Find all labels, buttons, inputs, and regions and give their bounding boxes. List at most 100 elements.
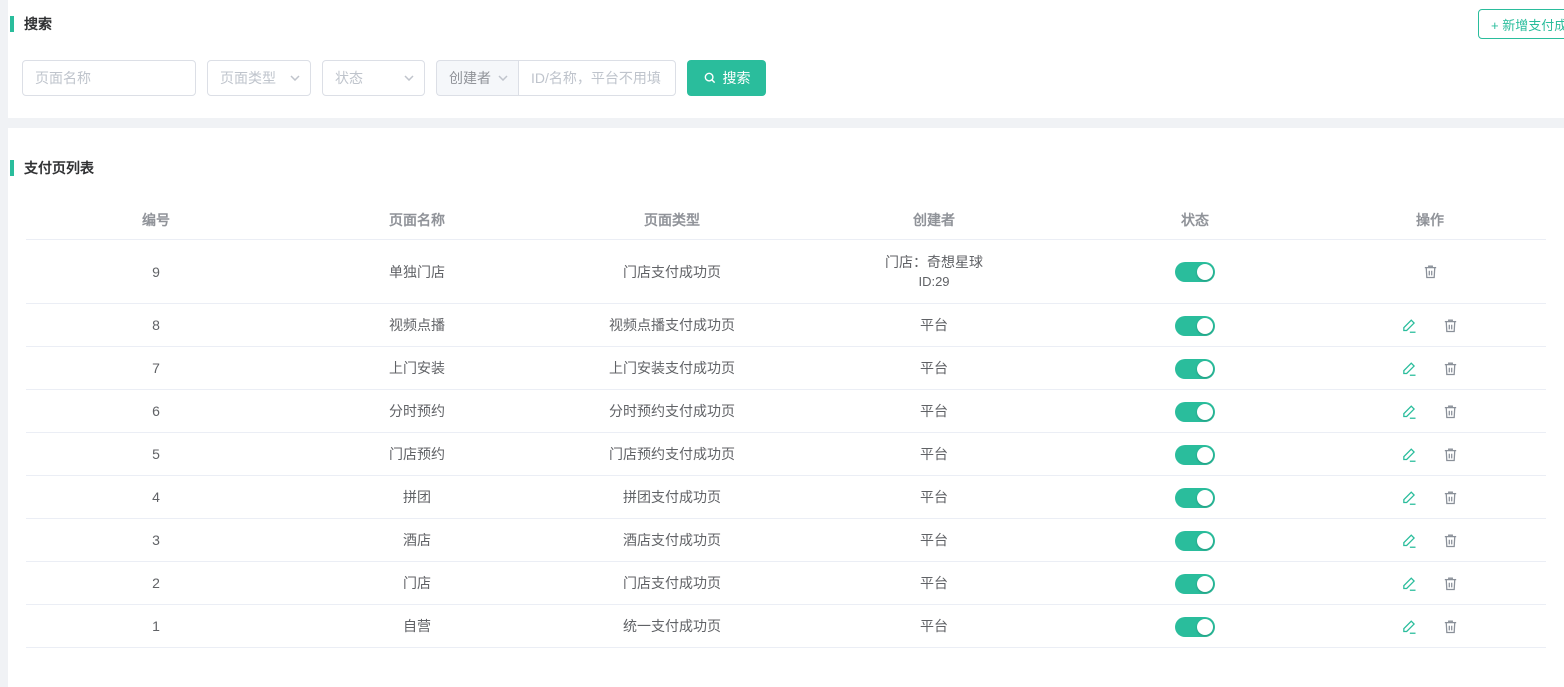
cell-actions <box>1318 317 1542 334</box>
cell-id: 8 <box>26 315 286 335</box>
edit-button[interactable] <box>1401 317 1418 334</box>
cell-creator: 平台 <box>796 444 1072 464</box>
trash-icon <box>1442 403 1459 420</box>
trash-icon <box>1442 446 1459 463</box>
table-row: 7上门安装上门安装支付成功页平台 <box>26 347 1546 390</box>
status-toggle[interactable] <box>1175 359 1215 379</box>
cell-status <box>1072 357 1318 378</box>
status-toggle[interactable] <box>1175 531 1215 551</box>
cell-id: 6 <box>26 401 286 421</box>
delete-button[interactable] <box>1442 618 1459 635</box>
status-toggle[interactable] <box>1175 262 1215 282</box>
payment-page-list-panel: 支付页列表 编号 页面名称 页面类型 创建者 状态 操作 9单独门店门店支付成功… <box>8 128 1564 687</box>
edit-button[interactable] <box>1401 575 1418 592</box>
creator-name: 门店：奇想星球 <box>796 252 1072 272</box>
cell-page-name: 自营 <box>286 616 548 636</box>
page-type-select-value: 页面类型 <box>220 68 276 88</box>
cell-id: 9 <box>26 262 286 282</box>
trash-icon <box>1442 532 1459 549</box>
id-name-input[interactable] <box>518 60 676 96</box>
toggle-knob <box>1197 264 1213 280</box>
column-header-page-name: 页面名称 <box>286 210 548 230</box>
table-row: 5门店预约门店预约支付成功页平台 <box>26 433 1546 476</box>
table-row: 8视频点播视频点播支付成功页平台 <box>26 304 1546 347</box>
search-button[interactable]: 搜索 <box>687 60 766 96</box>
chevron-down-icon <box>404 75 414 81</box>
delete-button[interactable] <box>1442 489 1459 506</box>
cell-status <box>1072 529 1318 550</box>
cell-page-type: 门店支付成功页 <box>548 573 796 593</box>
cell-actions <box>1318 489 1542 506</box>
cell-actions <box>1318 263 1542 280</box>
edit-pencil-icon <box>1401 403 1418 420</box>
edit-button[interactable] <box>1401 360 1418 377</box>
page-type-select[interactable]: 页面类型 <box>207 60 311 96</box>
toggle-knob <box>1197 447 1213 463</box>
trash-icon <box>1442 317 1459 334</box>
cell-status <box>1072 615 1318 636</box>
edit-button[interactable] <box>1401 489 1418 506</box>
table-row: 4拼团拼团支付成功页平台 <box>26 476 1546 519</box>
table-row: 6分时预约分时预约支付成功页平台 <box>26 390 1546 433</box>
cell-actions <box>1318 575 1542 592</box>
cell-id: 3 <box>26 530 286 550</box>
cell-actions <box>1318 403 1542 420</box>
delete-button[interactable] <box>1442 575 1459 592</box>
cell-page-name: 分时预约 <box>286 401 548 421</box>
cell-page-name: 门店 <box>286 573 548 593</box>
edit-pencil-icon <box>1401 575 1418 592</box>
delete-button[interactable] <box>1442 446 1459 463</box>
toggle-knob <box>1197 361 1213 377</box>
cell-id: 4 <box>26 487 286 507</box>
cell-creator: 平台 <box>796 616 1072 636</box>
cell-creator: 平台 <box>796 401 1072 421</box>
cell-id: 7 <box>26 358 286 378</box>
cell-page-type: 酒店支付成功页 <box>548 530 796 550</box>
status-toggle[interactable] <box>1175 316 1215 336</box>
delete-button[interactable] <box>1442 403 1459 420</box>
cell-page-name: 单独门店 <box>286 262 548 282</box>
trash-icon <box>1442 360 1459 377</box>
edit-button[interactable] <box>1401 403 1418 420</box>
chevron-down-icon <box>290 75 300 81</box>
status-toggle[interactable] <box>1175 445 1215 465</box>
status-toggle[interactable] <box>1175 574 1215 594</box>
edit-button[interactable] <box>1401 532 1418 549</box>
status-toggle[interactable] <box>1175 488 1215 508</box>
cell-creator: 平台 <box>796 530 1072 550</box>
cell-page-type: 门店预约支付成功页 <box>548 444 796 464</box>
edit-pencil-icon <box>1401 317 1418 334</box>
edit-button[interactable] <box>1401 618 1418 635</box>
payment-list-title: 支付页列表 <box>24 158 94 178</box>
toggle-knob <box>1197 404 1213 420</box>
search-title: 搜索 <box>24 14 52 34</box>
cell-id: 1 <box>26 616 286 636</box>
cell-status <box>1072 314 1318 335</box>
search-panel: 搜索 页面类型 状态 创建者 搜索 <box>8 0 1564 118</box>
page-name-input[interactable] <box>22 60 196 96</box>
status-toggle[interactable] <box>1175 617 1215 637</box>
creator-select[interactable]: 创建者 <box>436 60 518 96</box>
cell-status <box>1072 443 1318 464</box>
add-payment-success-page-button[interactable]: + 新增支付成功页 <box>1478 9 1564 39</box>
title-accent-bar <box>10 16 14 32</box>
search-section-title: 搜索 <box>8 0 1564 34</box>
status-toggle[interactable] <box>1175 402 1215 422</box>
delete-button[interactable] <box>1442 360 1459 377</box>
creator-input-group: 创建者 <box>436 60 676 96</box>
table-row: 9单独门店门店支付成功页门店：奇想星球ID:29 <box>26 240 1546 304</box>
toggle-knob <box>1197 533 1213 549</box>
cell-page-name: 门店预约 <box>286 444 548 464</box>
delete-button[interactable] <box>1442 317 1459 334</box>
delete-button[interactable] <box>1442 532 1459 549</box>
trash-icon <box>1442 575 1459 592</box>
delete-button[interactable] <box>1422 263 1439 280</box>
toggle-knob <box>1197 576 1213 592</box>
edit-pencil-icon <box>1401 360 1418 377</box>
edit-button[interactable] <box>1401 446 1418 463</box>
cell-page-name: 上门安装 <box>286 358 548 378</box>
cell-page-name: 酒店 <box>286 530 548 550</box>
status-select[interactable]: 状态 <box>322 60 425 96</box>
table-row: 3酒店酒店支付成功页平台 <box>26 519 1546 562</box>
trash-icon <box>1442 489 1459 506</box>
